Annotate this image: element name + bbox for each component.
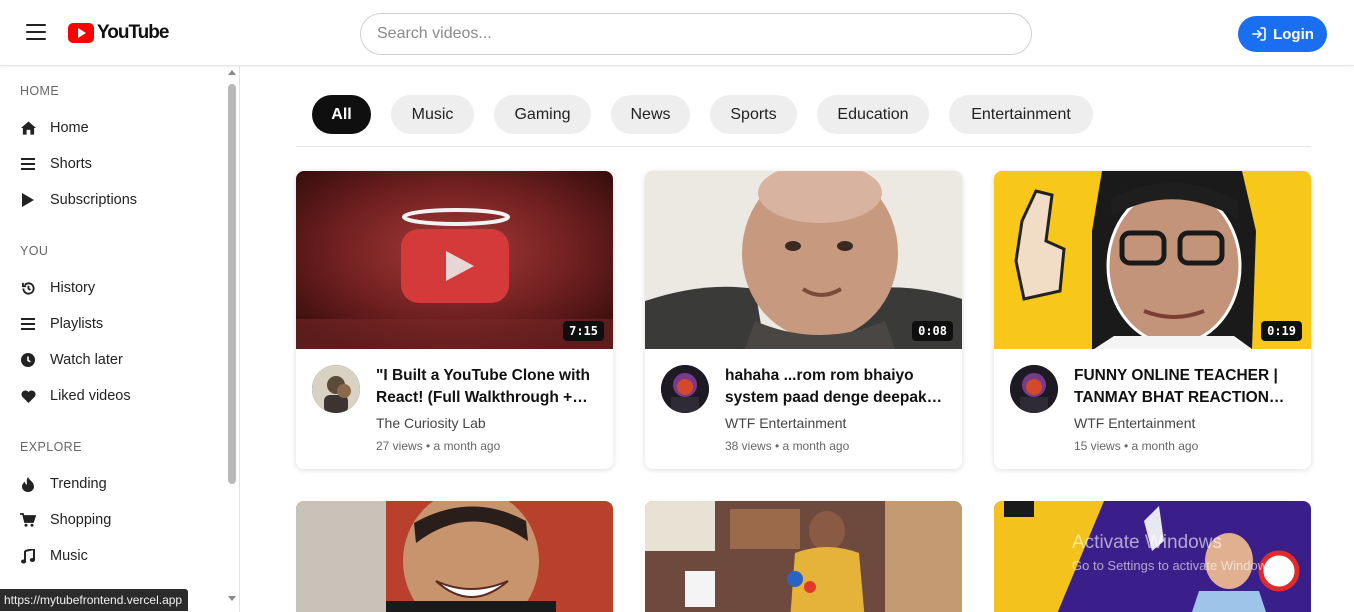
video-meta: 27 views • a month ago <box>376 439 501 453</box>
heart-icon <box>20 388 36 404</box>
video-thumbnail[interactable]: 0:19 <box>994 171 1311 349</box>
app-page: YouTube Login HOME Home Shorts <box>0 0 1354 612</box>
sidebar-item-label: Trending <box>50 476 107 492</box>
video-card-partial[interactable] <box>994 501 1311 612</box>
sidebar-item-label: Watch later <box>50 352 123 368</box>
channel-name[interactable]: WTF Entertainment <box>1074 415 1195 431</box>
video-meta: 15 views • a month ago <box>1074 439 1199 453</box>
chip-music[interactable]: Music <box>391 95 474 134</box>
shorts-icon <box>20 156 36 172</box>
channel-avatar[interactable] <box>1010 365 1058 413</box>
sidebar-item-shorts[interactable]: Shorts <box>0 147 224 181</box>
sidebar-item-home[interactable]: Home <box>0 111 224 145</box>
sidebar-item-watch-later[interactable]: Watch later <box>0 343 224 377</box>
section-title-you: YOU <box>20 244 49 258</box>
sidebar-item-label: History <box>50 280 96 296</box>
sidebar-item-label: Home <box>50 120 89 136</box>
chip-entertainment[interactable]: Entertainment <box>949 95 1093 134</box>
video-card[interactable]: 0:19 FUNNY ONLINE TEACHER | TANMAY BHAT … <box>994 171 1311 469</box>
music-note-icon <box>20 548 36 564</box>
sidebar-item-subscriptions[interactable]: Subscriptions <box>0 183 224 217</box>
chip-all[interactable]: All <box>312 95 371 134</box>
sidebar-item-label: Shopping <box>50 512 112 528</box>
chip-sports[interactable]: Sports <box>710 95 797 134</box>
sidebar-item-playlists[interactable]: Playlists <box>0 307 224 341</box>
menu-icon[interactable] <box>24 24 48 44</box>
chip-news[interactable]: News <box>611 95 690 134</box>
scrollbar-thumb[interactable] <box>228 84 236 484</box>
youtube-logo[interactable]: YouTube <box>68 22 169 44</box>
subscriptions-icon <box>20 192 36 208</box>
section-title-explore: EXPLORE <box>20 440 82 454</box>
search-input[interactable] <box>360 13 1032 55</box>
sidebar: HOME Home Shorts Subscriptions YOU Histo… <box>0 66 240 612</box>
top-header: YouTube Login <box>0 0 1354 66</box>
history-icon <box>20 280 36 296</box>
sidebar-item-label: Shorts <box>50 156 92 172</box>
sidebar-item-label: Liked videos <box>50 388 131 404</box>
sidebar-item-music[interactable]: Music <box>0 539 224 573</box>
logo-text: YouTube <box>97 22 169 43</box>
scroll-down-arrow-icon[interactable] <box>228 596 236 601</box>
video-card-partial[interactable] <box>296 501 613 612</box>
cart-icon <box>20 512 36 528</box>
section-title-home: HOME <box>20 84 60 98</box>
video-title[interactable]: "I Built a YouTube Clone with React! (Fu… <box>376 365 598 409</box>
duration-badge: 7:15 <box>563 321 604 341</box>
video-title[interactable]: hahaha ...rom rom bhaiyo system paad den… <box>725 365 947 409</box>
sidebar-item-shopping[interactable]: Shopping <box>0 503 224 537</box>
fire-icon <box>20 476 36 492</box>
sidebar-item-liked-videos[interactable]: Liked videos <box>0 379 224 413</box>
video-card[interactable]: 7:15 "I Built a YouTube Clone with React… <box>296 171 613 469</box>
play-logo-icon <box>68 23 94 43</box>
scroll-up-arrow-icon[interactable] <box>228 70 236 75</box>
video-thumbnail[interactable]: 7:15 <box>296 171 613 349</box>
video-meta: 38 views • a month ago <box>725 439 850 453</box>
playlists-icon <box>20 316 36 332</box>
sidebar-item-trending[interactable]: Trending <box>0 467 224 501</box>
channel-name[interactable]: WTF Entertainment <box>725 415 846 431</box>
login-label: Login <box>1273 25 1314 43</box>
channel-avatar[interactable] <box>312 365 360 413</box>
login-icon <box>1252 27 1266 41</box>
video-card[interactable]: 0:08 hahaha ...rom rom bhaiyo system paa… <box>645 171 962 469</box>
sidebar-item-label: Subscriptions <box>50 192 138 208</box>
login-button[interactable]: Login <box>1238 16 1327 52</box>
clock-icon <box>20 352 36 368</box>
duration-badge: 0:08 <box>912 321 953 341</box>
sidebar-item-label: Music <box>50 548 88 564</box>
duration-badge: 0:19 <box>1261 321 1302 341</box>
chip-gaming[interactable]: Gaming <box>494 95 591 134</box>
status-url-tooltip: https://mytubefrontend.vercel.app <box>0 589 189 611</box>
sidebar-scrollbar[interactable] <box>226 66 238 612</box>
chip-education[interactable]: Education <box>817 95 929 134</box>
video-card-partial[interactable] <box>645 501 962 612</box>
sidebar-item-history[interactable]: History <box>0 271 224 305</box>
channel-name[interactable]: The Curiosity Lab <box>376 415 486 431</box>
video-title[interactable]: FUNNY ONLINE TEACHER | TANMAY BHAT REACT… <box>1074 365 1296 409</box>
home-icon <box>20 120 36 136</box>
sidebar-item-label: Playlists <box>50 316 104 332</box>
channel-avatar[interactable] <box>661 365 709 413</box>
chips-divider <box>296 146 1311 147</box>
video-thumbnail[interactable]: 0:08 <box>645 171 962 349</box>
